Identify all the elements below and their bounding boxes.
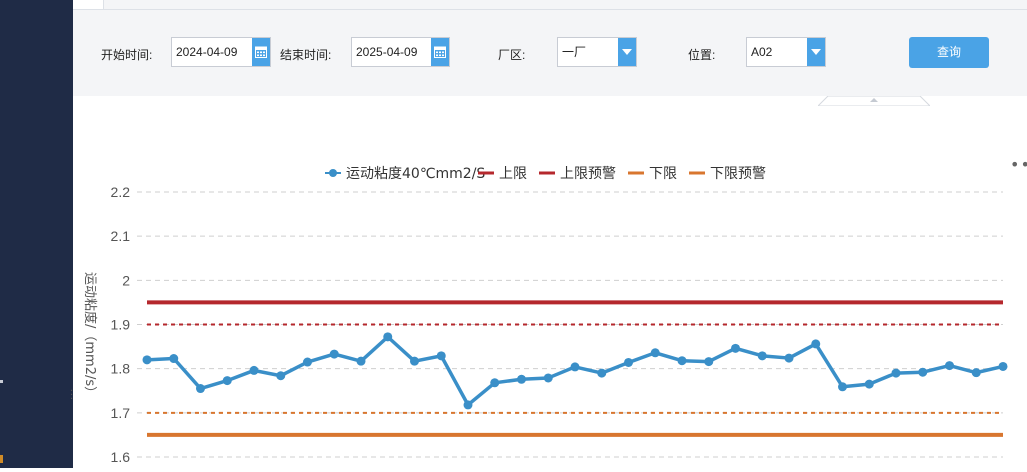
legend-item: 上限预警 <box>539 166 616 182</box>
y-axis-title: 运动粘度/（mm2/s） <box>82 272 98 399</box>
data-point <box>838 382 847 392</box>
data-point <box>864 379 874 389</box>
legend-label: 运动粘度40℃mm2/S <box>346 166 485 182</box>
legend-marker <box>329 169 337 177</box>
data-point <box>276 371 286 381</box>
calendar-icon[interactable] <box>252 38 270 66</box>
data-point <box>811 339 821 349</box>
y-tick-label: 1.6 <box>111 449 131 465</box>
position-select[interactable]: A02 <box>746 37 826 67</box>
calendar-icon[interactable] <box>431 38 449 66</box>
y-axis-label: 运动粘度/（mm2/s） <box>82 272 98 399</box>
plant-label: 厂区: <box>498 48 526 62</box>
data-point <box>650 348 660 358</box>
data-point <box>436 351 446 361</box>
tab-stub[interactable] <box>73 0 104 9</box>
y-tick-label: 1.7 <box>111 405 131 421</box>
sidebar-marker-orange <box>0 455 3 463</box>
legend-item: 下限 <box>628 166 677 182</box>
data-point <box>356 356 366 366</box>
data-point <box>303 357 312 367</box>
legend: 运动粘度40℃mm2/S 上限 上限预警 下限 下限预警 <box>325 166 766 182</box>
grid-layer <box>137 191 1003 458</box>
y-tick-label: 2 <box>122 272 130 288</box>
y-tick-label: 1.9 <box>111 317 131 333</box>
y-tick-label: 2.1 <box>111 228 131 244</box>
query-button[interactable]: 查询 <box>909 37 989 68</box>
legend-item: 上限 <box>478 166 527 182</box>
data-point <box>784 353 794 363</box>
data-point <box>196 384 205 394</box>
start-time-label: 开始时间: <box>101 48 153 62</box>
position-label: 位置: <box>688 48 716 62</box>
chevron-down-icon[interactable] <box>807 38 825 66</box>
chart-area: 1.6 1.7 1.8 1.9 2 2.1 2.2 运动粘度/（mm2/s） 运动粘度40℃… <box>73 96 1027 468</box>
data-point <box>463 400 473 410</box>
data-point <box>517 374 526 384</box>
legend-label: 下限 <box>649 166 677 182</box>
start-date-input[interactable]: 2024-04-09 <box>171 37 271 67</box>
data-point <box>543 373 553 383</box>
legend-item: 运动粘度40℃mm2/S <box>325 166 485 182</box>
plant-value: 一厂 <box>562 45 587 59</box>
y-tick-label: 2.2 <box>111 184 131 200</box>
data-point <box>704 357 714 367</box>
start-date-value: 2024-04-09 <box>176 45 238 59</box>
legend-item: 下限预警 <box>689 166 766 182</box>
y-tick-label: 1.8 <box>111 361 131 377</box>
end-date-input[interactable]: 2025-04-09 <box>351 37 450 67</box>
data-point <box>918 367 928 377</box>
data-point <box>677 356 687 366</box>
data-point <box>570 362 580 372</box>
data-point <box>169 354 179 364</box>
data-point <box>945 361 954 371</box>
viscosity-line-chart: 1.6 1.7 1.8 1.9 2 2.1 2.2 运动粘度/（mm2/s） 运动粘度40℃… <box>82 166 1008 465</box>
data-point <box>731 343 740 353</box>
data-point <box>624 357 633 367</box>
data-point <box>891 368 901 378</box>
position-value: A02 <box>751 45 773 59</box>
data-point <box>971 368 981 378</box>
sidebar-marker <box>0 380 3 383</box>
data-point <box>222 376 232 386</box>
end-date-value: 2025-04-09 <box>356 45 418 59</box>
data-point <box>597 368 607 378</box>
data-point <box>410 356 419 366</box>
y-tick-labels: 1.6 1.7 1.8 1.9 2 2.1 2.2 <box>111 184 131 465</box>
plant-select[interactable]: 一厂 <box>557 37 637 67</box>
end-time-label: 结束时间: <box>280 48 332 62</box>
data-point <box>329 349 339 359</box>
legend-label: 上限 <box>499 166 527 182</box>
data-point <box>757 351 767 361</box>
legend-label: 下限预警 <box>710 166 766 182</box>
data-point <box>490 378 500 388</box>
chevron-down-icon[interactable] <box>618 38 636 66</box>
data-point <box>998 361 1008 371</box>
sidebar <box>0 0 73 468</box>
filter-toolbar: 开始时间: 2024-04-09 结束时间: 2025-04-09 厂区: 一厂… <box>73 10 1027 106</box>
data-point <box>383 332 393 342</box>
tab-strip <box>73 0 1027 10</box>
data-point <box>249 365 259 375</box>
data-point <box>142 355 152 365</box>
series-layer <box>142 332 1008 410</box>
legend-label: 上限预警 <box>560 166 616 182</box>
